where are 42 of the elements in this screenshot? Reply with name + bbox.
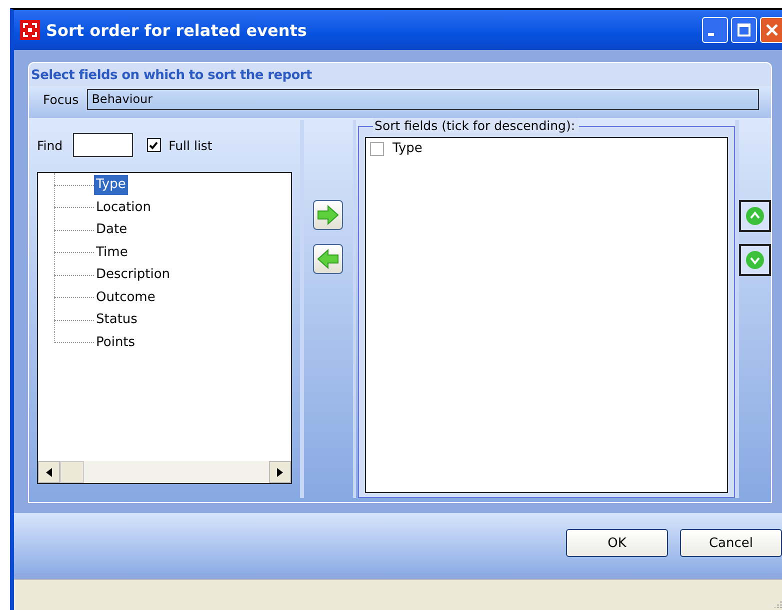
- right-triangle-icon: [277, 468, 284, 476]
- minimize-button[interactable]: [702, 17, 728, 43]
- tree-item[interactable]: Description: [94, 265, 172, 286]
- full-list-checkbox[interactable]: Full list: [146, 138, 212, 152]
- tree-item[interactable]: Time: [94, 242, 130, 263]
- move-up-button[interactable]: [739, 200, 771, 232]
- sort-field-item[interactable]: Type: [370, 141, 723, 156]
- group-title: Sort fields (tick for descending):: [372, 118, 580, 133]
- tree-item[interactable]: Outcome: [94, 288, 158, 308]
- close-icon: [764, 23, 778, 37]
- left-triangle-icon: [46, 468, 52, 476]
- find-field[interactable]: [72, 133, 133, 157]
- scroll-right-button[interactable]: [269, 461, 292, 483]
- move-down-button[interactable]: [739, 244, 771, 276]
- close-button[interactable]: [760, 17, 782, 43]
- maximize-icon: [737, 23, 751, 37]
- window-title: Sort order for related events: [46, 20, 308, 40]
- focus-label: Focus: [43, 92, 79, 107]
- checkmark-icon: [148, 140, 160, 150]
- dialog-button[interactable]: Cancel: [680, 529, 782, 557]
- scroll-thumb[interactable]: [60, 461, 84, 483]
- add-field-button[interactable]: [313, 200, 344, 230]
- up-circle-icon: [745, 206, 765, 226]
- minimize-icon: [708, 32, 714, 36]
- right-arrow-icon: [317, 205, 340, 225]
- resize-grip-icon[interactable]: [774, 600, 782, 608]
- tree-item[interactable]: Points: [94, 332, 138, 353]
- tree-item[interactable]: Status: [94, 310, 140, 330]
- left-arrow-icon: [317, 249, 340, 269]
- remove-field-button[interactable]: [313, 244, 344, 274]
- find-label: Find: [37, 138, 63, 152]
- scroll-left-button[interactable]: [38, 461, 60, 483]
- panel-header: Select fields on which to sort the report: [30, 67, 313, 85]
- dialog-button[interactable]: OK: [566, 529, 668, 557]
- tree-item[interactable]: Type: [94, 175, 128, 196]
- focus-field: Behaviour: [86, 89, 759, 110]
- tree-item[interactable]: Location: [94, 198, 153, 218]
- horizontal-scrollbar[interactable]: [38, 461, 292, 483]
- down-circle-icon: [745, 250, 765, 270]
- tree-item[interactable]: Date: [94, 220, 130, 240]
- maximize-button[interactable]: [731, 17, 757, 43]
- app-icon: [20, 20, 40, 40]
